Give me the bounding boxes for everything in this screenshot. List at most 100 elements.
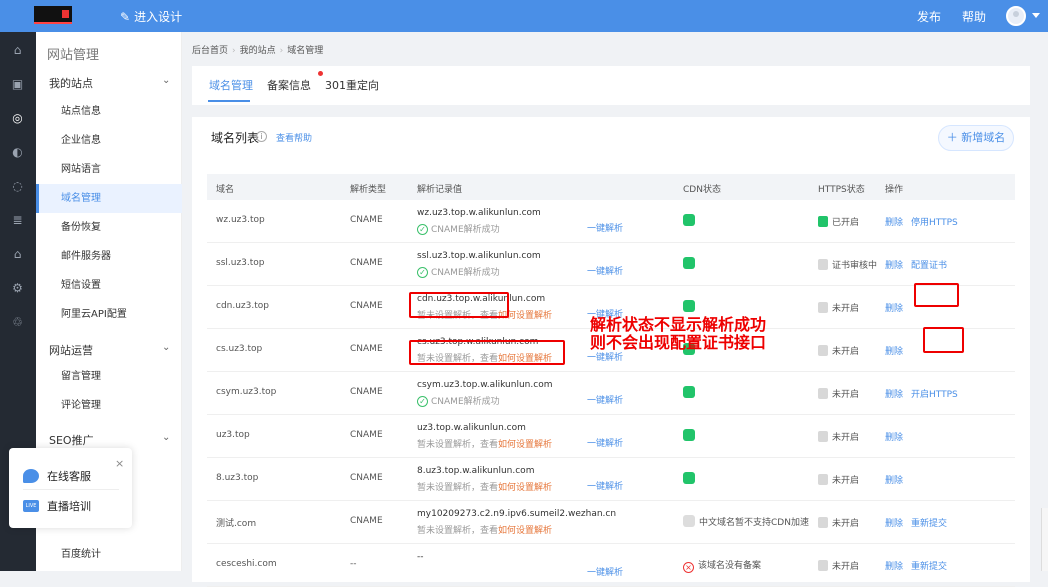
action-link[interactable]: 开启HTTPS [911,390,958,400]
add-domain-button[interactable]: ＋ 新增域名 [938,125,1014,151]
https-shield-icon [818,431,828,442]
cdn-shield-icon [683,214,695,226]
enter-design-button[interactable]: ✎ 进入设计 [120,8,182,25]
live-training-button[interactable]: LIVE 直播培训 [23,498,91,514]
action-link[interactable]: 停用HTTPS [911,218,958,228]
chat-icon[interactable]: ◌ [11,180,24,193]
resolution-type: CNAME [350,301,383,311]
action-link[interactable]: 删除 [885,304,903,314]
domain-name: 8.uz3.top [216,473,259,483]
tab-301-redirect[interactable]: 301重定向 [325,77,379,93]
shop-icon[interactable]: ⌂ [11,248,24,261]
sidebar-title: 网站管理 [47,48,100,63]
table-header: 域名 解析类型 解析记录值 CDN状态 HTTPS状态 操作 [207,174,1015,200]
chevron-down-icon[interactable]: ⌄ [162,432,170,443]
sidebar-item-comment-management[interactable]: 评论管理 [36,391,182,420]
how-to-resolve-link[interactable]: 如何设置解析 [498,440,552,450]
view-help-link[interactable]: 查看帮助 [276,131,312,144]
one-click-resolve-link[interactable]: 一键解析 [587,221,623,234]
sidebar-group-seo[interactable]: SEO推广 [49,432,94,448]
sidebar-item-domain-management[interactable]: 域名管理 [36,184,182,213]
action-link[interactable]: 重新提交 [911,519,947,529]
domain-name: cs.uz3.top [216,344,263,354]
online-service-button[interactable]: 在线客服 [23,468,91,484]
sidebar-group-my-site[interactable]: 我的站点 [49,75,93,91]
tabs: 域名管理 备案信息 301重定向 [192,66,1030,105]
sidebar-item-aliyun-api[interactable]: 阿里云API配置 [36,300,182,329]
one-click-resolve-link[interactable]: 一键解析 [587,393,623,406]
https-status-text: 未开启 [832,390,860,400]
https-status: 已开启 [818,215,859,228]
close-icon[interactable]: × [115,457,124,470]
one-click-resolve-link[interactable]: 一键解析 [587,436,623,449]
action-link[interactable]: 删除 [885,390,903,400]
online-service-label: 在线客服 [47,470,91,483]
user-avatar[interactable] [1006,6,1026,26]
support-widget: × 在线客服 LIVE 直播培训 [9,448,132,528]
resolution-type: CNAME [350,430,383,440]
main-content: 后台首页 › 我的站点 › 域名管理 域名管理 备案信息 301重定向 域名列表 i 查… [182,32,1048,587]
globe-icon[interactable]: ◎ [11,112,24,125]
sidebar-item-message-management[interactable]: 留言管理 [36,362,182,391]
breadcrumb-home[interactable]: 后台首页 [192,46,228,56]
check-circle-icon: ✓ [417,267,428,278]
cdn-status [683,257,695,270]
action-link[interactable]: 删除 [885,261,903,271]
sidebar-item-backup-restore[interactable]: 备份恢复 [36,213,182,242]
highlight-success-status [409,292,509,318]
sidebar-item-mail-server[interactable]: 邮件服务器 [36,242,182,271]
site-logo[interactable] [34,6,72,24]
sidebar-item-site-language[interactable]: 网站语言 [36,155,182,184]
chevron-down-icon[interactable] [1032,13,1040,18]
action-link[interactable]: 删除 [885,433,903,443]
sidebar-item-company-info[interactable]: 企业信息 [36,126,182,155]
info-icon[interactable]: i [256,131,267,142]
breadcrumb-separator: › [232,46,236,56]
tab-domain-management[interactable]: 域名管理 [209,77,253,93]
one-click-resolve-link[interactable]: 一键解析 [587,264,623,277]
row-actions: 删除 [885,344,911,357]
highlight-config-cert [914,283,959,307]
compass-icon[interactable]: ◐ [11,146,24,159]
home-icon[interactable]: ⌂ [11,44,24,57]
https-status-text: 未开启 [832,347,860,357]
chevron-down-icon[interactable]: ⌄ [162,75,170,86]
enter-design-label: 进入设计 [134,10,183,24]
live-training-label: 直播培训 [47,500,91,513]
cdn-shield-icon [683,257,695,269]
sidebar-item-baidu-statistics[interactable]: 百度统计 [36,540,182,569]
trash-icon[interactable]: ♲ [11,316,24,329]
action-link[interactable]: 配置证书 [911,261,947,271]
chevron-down-icon[interactable]: ⌄ [162,342,170,353]
https-shield-icon [818,388,828,399]
action-link[interactable]: 删除 [885,218,903,228]
action-link[interactable]: 删除 [885,347,903,357]
domain-name: csym.uz3.top [216,387,277,397]
status-text: 暂未设置解析，查看 [417,440,499,450]
record-value: wz.uz3.top.w.alikunlun.com [417,208,541,218]
domain-name: cdn.uz3.top [216,301,269,311]
tab-filing-info[interactable]: 备案信息 [267,77,311,93]
one-click-resolve-link[interactable]: 一键解析 [587,565,623,578]
https-status: 未开启 [818,559,859,572]
breadcrumb-my-site[interactable]: 我的站点 [240,46,276,56]
resolution-type: CNAME [350,473,383,483]
publish-button[interactable]: 发布 [917,8,941,25]
action-link[interactable]: 删除 [885,476,903,486]
how-to-resolve-link[interactable]: 如何设置解析 [498,483,552,493]
help-button[interactable]: 帮助 [962,8,986,25]
sidebar-group-operations[interactable]: 网站运营 [49,342,93,358]
how-to-resolve-link[interactable]: 如何设置解析 [498,526,552,536]
table-row: cesceshi.com -- -- 一键解析 × 该域名没有备案 未开启 删除 重新提交 [207,544,1015,587]
one-click-resolve-link[interactable]: 一键解析 [587,479,623,492]
action-link[interactable]: 删除 [885,519,903,529]
sidebar-item-site-info[interactable]: 站点信息 [36,97,182,126]
copy-icon[interactable]: ▣ [11,78,24,91]
sidebar-item-sms-settings[interactable]: 短信设置 [36,271,182,300]
cdn-shield-icon [683,472,695,484]
list-icon[interactable]: ≣ [11,214,24,227]
https-status: 未开启 [818,344,859,357]
column-https-status: HTTPS状态 [818,185,865,195]
gear-icon[interactable]: ⚙ [11,282,24,295]
https-shield-icon [818,345,828,356]
